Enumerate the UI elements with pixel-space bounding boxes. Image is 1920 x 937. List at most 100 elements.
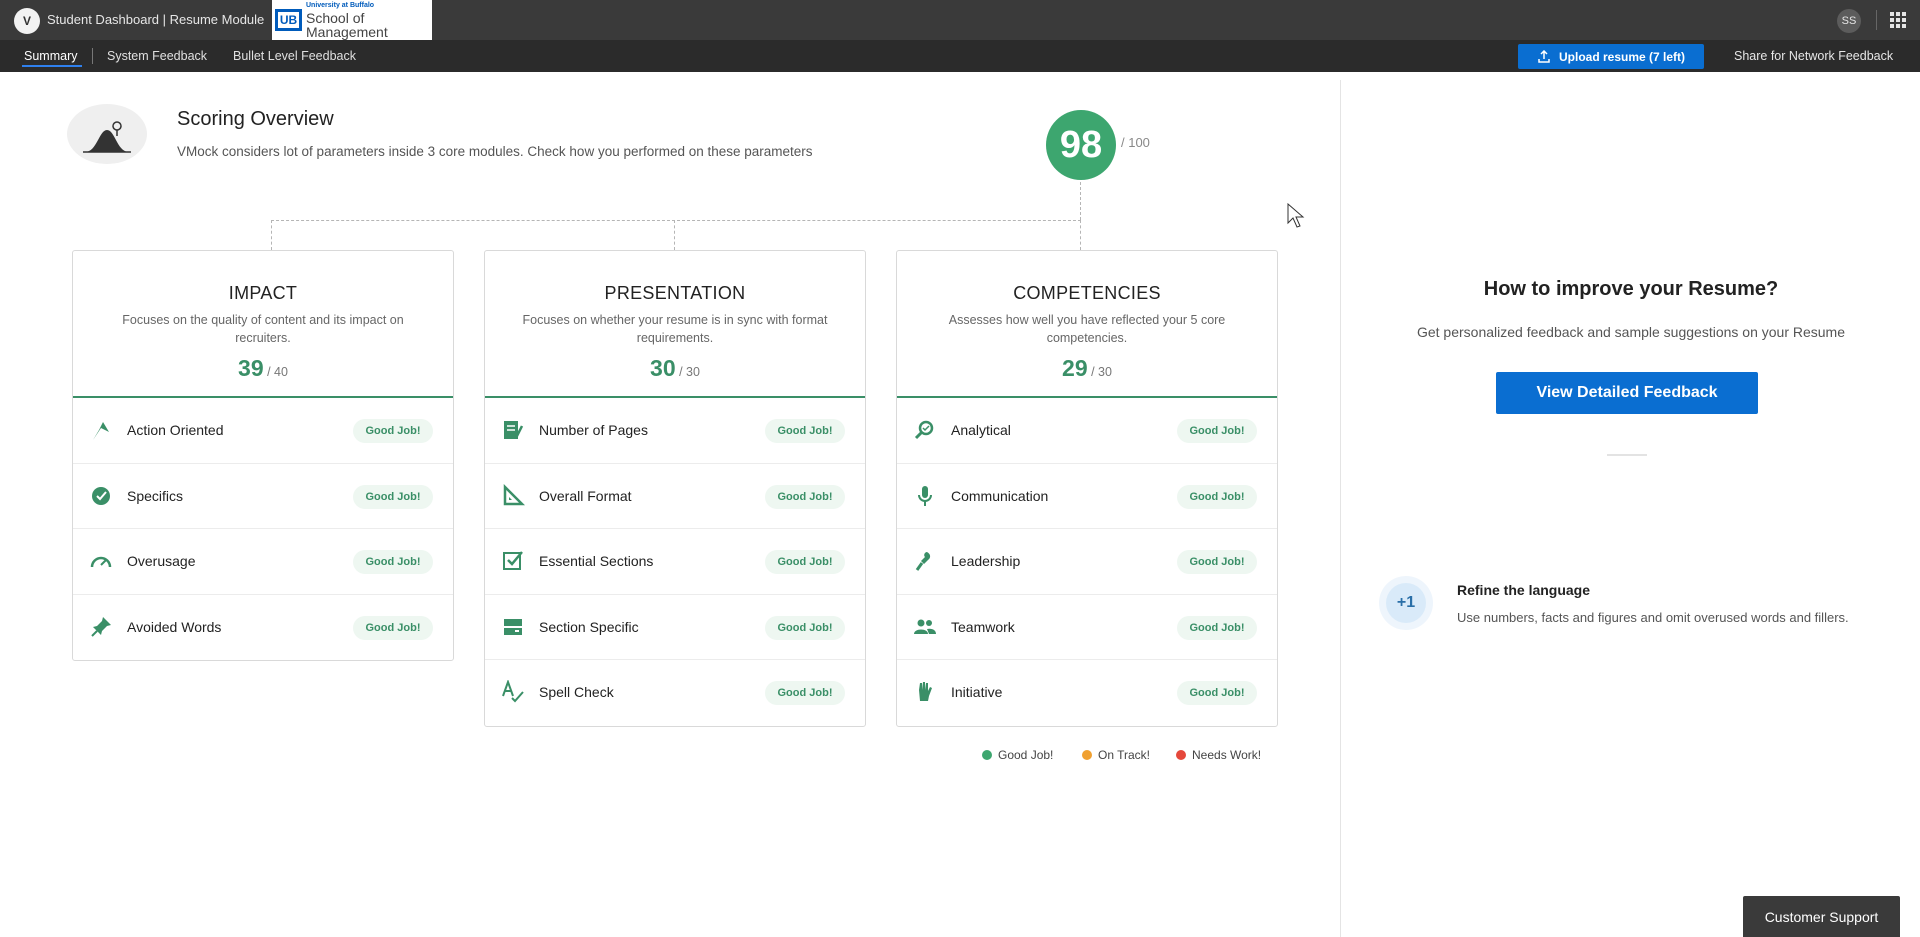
people-icon [914,619,936,634]
tab-bullet-level-feedback[interactable]: Bullet Level Feedback [233,49,356,63]
vmock-logo[interactable]: V [14,8,40,34]
list-item[interactable]: Overusage Good Job! [73,529,453,595]
gauge-icon [90,556,112,568]
status-badge: Good Job! [353,615,433,640]
item-label: Spell Check [539,684,614,700]
list-item[interactable]: Analytical Good Job! [897,398,1277,464]
customer-support-button[interactable]: Customer Support [1743,896,1900,937]
connector-line [271,220,272,250]
legend-on-track: On Track! [1082,748,1150,762]
apps-grid-icon[interactable] [1890,12,1906,28]
list-item[interactable]: Teamwork Good Job! [897,595,1277,660]
carousel-indicator[interactable] [1607,454,1647,456]
view-detailed-feedback-button[interactable]: View Detailed Feedback [1496,372,1758,414]
item-label: Analytical [951,422,1011,438]
card-title: COMPETENCIES [1013,283,1161,303]
list-item[interactable]: Initiative Good Job! [897,660,1277,726]
list-item[interactable]: Spell Check Good Job! [485,660,865,726]
card-description: Focuses on whether your resume is in syn… [522,313,828,345]
hand-icon [919,682,932,701]
status-badge: Good Job! [353,484,433,509]
item-label: Avoided Words [127,618,222,635]
torch-icon [915,552,931,571]
item-label: Overusage [127,553,196,569]
mouse-cursor-icon [1287,203,1305,228]
upload-icon [1538,49,1550,63]
tip-title: Refine the language [1457,582,1591,598]
item-label: Specifics [127,487,184,504]
status-badge: Good Job! [765,681,845,705]
list-item[interactable]: Section Specific Good Job! [485,595,865,660]
overall-score-total: / 100 [1121,135,1150,150]
tab-separator [92,48,93,64]
item-label: Leadership [951,553,1021,569]
legend-good: Good Job! [982,748,1053,762]
bell-curve-icon [67,104,147,164]
scoring-overview-subtitle: VMock considers lot of parameters inside… [177,144,813,159]
card-score: 30 / 30 [650,355,700,381]
connector-line [674,220,675,250]
tab-system-feedback[interactable]: System Feedback [107,49,207,63]
connector-line [1080,182,1081,220]
status-badge: Good Job! [1177,550,1257,574]
status-badge: Good Job! [353,550,433,574]
microphone-icon [918,485,932,506]
item-label: Communication [951,487,1049,504]
school-logo: UB University at Buffalo School of Manag… [272,0,432,40]
checkbox-icon [503,551,523,570]
list-item[interactable]: Number of Pages Good Job! [485,398,865,464]
legend-label: Good Job! [998,748,1054,762]
ruler-icon [503,483,525,505]
improve-subtitle: Get personalized feedback and sample sug… [1416,324,1846,340]
list-item[interactable]: Overall Format Good Job! [485,464,865,529]
list-item[interactable]: Avoided Words Good Job! [73,595,453,661]
list-item[interactable]: Leadership Good Job! [897,529,1277,595]
school-logo-small-text: University at Buffalo [306,1,375,9]
list-item[interactable]: Specifics Good Job! [73,464,453,529]
status-badge: Good Job! [1177,681,1257,705]
scoring-overview-title: Scoring Overview [177,108,334,130]
connector-line [271,220,1081,221]
card-score: 39 / 40 [238,355,288,381]
status-badge: Good Job! [353,419,433,443]
card-score: 29 / 30 [1062,355,1112,381]
list-item[interactable]: Essential Sections Good Job! [485,529,865,595]
item-label: Initiative [951,684,1003,700]
overall-score: 98 [1046,110,1116,180]
magnifier-icon [914,420,934,440]
presentation-card: PRESENTATION Focuses on whether your res… [484,250,866,727]
on-track-dot [1082,750,1092,760]
legend-needs-work: Needs Work! [1176,748,1261,762]
status-badge: Good Job! [765,615,845,640]
card-title: IMPACT [228,283,298,303]
sections-icon [504,618,522,635]
card-description: Focuses on the quality of content and it… [122,313,404,345]
status-badge: Good Job! [1177,615,1257,640]
improve-resume-panel: How to improve your Resume? Get personal… [1340,80,1920,937]
item-label: Action Oriented [127,422,224,438]
card-description: Assesses how well you have reflected you… [948,313,1226,345]
share-network-feedback-link[interactable]: Share for Network Feedback [1734,49,1893,63]
improve-title: How to improve your Resume? [1483,278,1779,300]
status-badge: Good Job! [765,419,845,443]
status-badge: Good Job! [1177,484,1257,509]
user-avatar[interactable]: SS [1837,9,1861,33]
spellcheck-icon [502,680,524,703]
school-logo-text: School of Management [306,9,388,40]
upload-resume-button[interactable]: Upload resume (7 left) [1518,44,1704,69]
topbar-divider [1876,10,1877,30]
item-label: Section Specific [539,618,639,635]
list-item[interactable]: Action Oriented Good Job! [73,398,453,464]
top-bar: V Student Dashboard | Resume Module UB U… [0,0,1920,40]
legend-label: On Track! [1098,748,1151,762]
tab-summary[interactable]: Summary [24,49,77,63]
tip-text: Use numbers, facts and figures and omit … [1457,610,1849,625]
impact-card: IMPACT Focuses on the quality of content… [72,250,454,661]
list-item[interactable]: Communication Good Job! [897,464,1277,529]
app-title: Student Dashboard | Resume Module [47,12,265,27]
ub-mark: UB [275,9,302,31]
action-icon [93,422,109,440]
status-badge: Good Job! [1177,419,1257,443]
card-title: PRESENTATION [604,283,746,303]
plus-one-icon: +1 [1379,576,1433,630]
